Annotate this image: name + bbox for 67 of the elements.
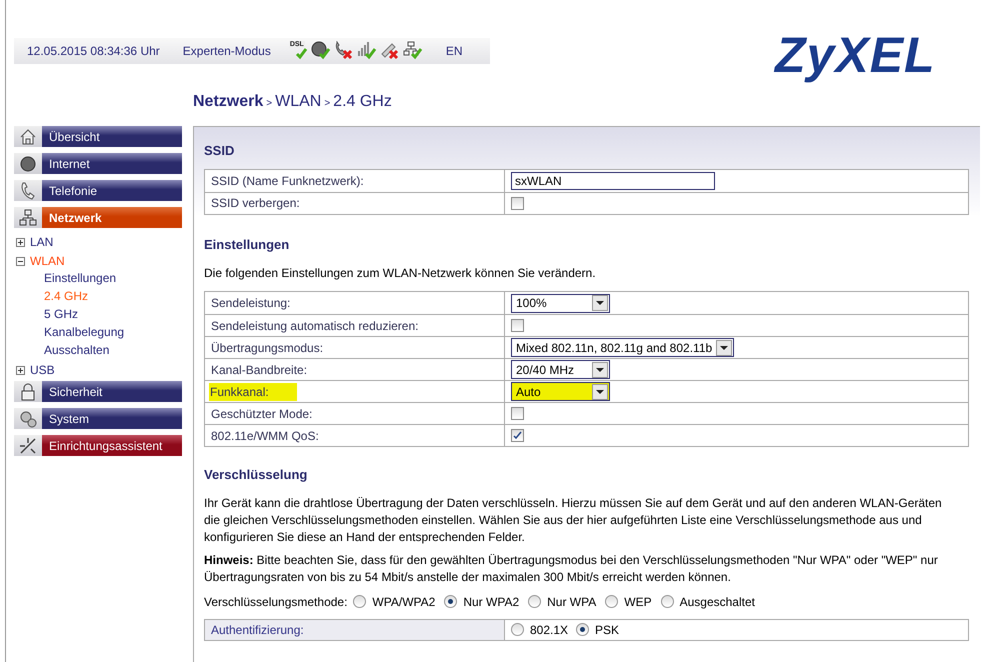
setting-label: SSID (Name Funknetzwerk):: [211, 172, 364, 190]
radio-button[interactable]: [353, 595, 366, 608]
setting-label: Übertragungsmodus:: [211, 340, 324, 356]
radio-label: 802.1X: [530, 622, 568, 638]
expand-icon[interactable]: [16, 238, 25, 246]
radio-button[interactable]: [605, 595, 618, 608]
nav-section-button[interactable]: Netzwerk: [42, 207, 182, 228]
checkbox[interactable]: [511, 429, 524, 442]
date-time: 12.05.2015 08:34:36 Uhr: [27, 43, 160, 60]
house-icon: [18, 126, 38, 146]
nav-sub-link[interactable]: Ausschalten: [44, 341, 110, 359]
dropdown[interactable]: Mixed 802.11n, 802.11g and 802.11b: [511, 338, 734, 357]
setting-label: Kanal-Bandbreite:: [211, 362, 308, 378]
breadcrumb-separator: >: [324, 97, 330, 111]
logo: ZyXEL: [775, 30, 936, 85]
checkbox[interactable]: [511, 319, 524, 332]
nav-section-button[interactable]: Sicherheit: [42, 381, 182, 402]
mode-label: Experten-Modus: [182, 43, 271, 60]
network-icon: [18, 208, 38, 228]
nav-sub-link[interactable]: Kanalbelegung: [44, 323, 124, 341]
radio-label: Nur WPA: [547, 594, 596, 610]
nav-section-button[interactable]: Übersicht: [42, 126, 182, 147]
checkbox[interactable]: [511, 196, 524, 210]
setting-label: Geschützter Mode:: [211, 406, 312, 422]
nav-sub-link[interactable]: 5 GHz: [44, 305, 78, 323]
nav-section-button[interactable]: Internet: [42, 153, 182, 174]
nav-section-button[interactable]: System: [42, 408, 182, 429]
radio-label: PSK: [595, 622, 620, 638]
radio-label: WPA/WPA2: [372, 594, 436, 610]
note-text: Hinweis: Bitte beachten Sie, dass für den gewählten Übertragungsmodus bei den Verschlüsselungsmethoden "Nur WPA" oder "WEP" nur Übertragungsraten von bis zu 54 Mbit/s anstelle der maximalen 300 Mbit/s erreicht werden können.: [204, 552, 939, 586]
language-link[interactable]: EN: [446, 42, 462, 60]
section-title: Verschlüsselung: [204, 466, 308, 484]
expand-icon[interactable]: [16, 366, 25, 374]
nav-section-button[interactable]: Einrichtungsassistent: [42, 435, 182, 456]
setting-label: Authentifizierung:: [211, 622, 304, 638]
radio-label: Ausgeschaltet: [680, 594, 755, 610]
section-title: Einstellungen: [204, 236, 290, 254]
breadcrumb-item: WLAN: [275, 92, 322, 112]
setting-label: Sendeleistung automatisch reduzieren:: [211, 318, 418, 334]
radio-button[interactable]: [444, 595, 458, 608]
radio-button[interactable]: [511, 623, 524, 636]
method-label: Verschlüsselungsmethode:: [204, 594, 348, 610]
breadcrumb-separator: >: [266, 97, 272, 111]
setting-label: SSID verbergen:: [211, 195, 300, 212]
dropdown[interactable]: 20/40 MHz: [511, 360, 610, 379]
nav-tree-link[interactable]: USB: [30, 361, 55, 379]
setting-label: 802.11e/WMM QoS:: [211, 428, 319, 444]
radio-label: WEP: [624, 594, 652, 610]
nav-sub-link[interactable]: Einstellungen: [44, 269, 116, 287]
collapse-icon[interactable]: [16, 256, 25, 266]
setting-label: Sendeleistung:: [211, 295, 290, 312]
ssid-input[interactable]: sxWLAN: [511, 172, 715, 190]
dropdown[interactable]: 100%: [511, 294, 610, 312]
radio-label: Nur WPA2: [463, 594, 520, 610]
setting-label: Funkkanal:: [209, 382, 297, 400]
radio-button[interactable]: [528, 595, 542, 608]
radio-button[interactable]: [660, 595, 674, 608]
section-title: SSID: [204, 142, 236, 160]
dropdown[interactable]: Auto: [511, 382, 610, 401]
nav-section-button[interactable]: Telefonie: [42, 180, 182, 201]
description-text: Ihr Gerät kann die drahtlose Übertragung der Daten verschlüsseln. Hierzu müssen Sie auf dem Gerät und auf den anderen WLAN-Geräten die gleichen Verschlüsselungsmethoden einstellen. Wählen Sie aus der hier aufgeführten Liste eine Verschlüsselungsmethode aus und konfigurieren Sie diese an Hand der entsprechenden Felder.: [204, 494, 943, 546]
radio-button[interactable]: [576, 623, 590, 636]
checkbox[interactable]: [511, 407, 524, 420]
nav-tree-link[interactable]: LAN: [30, 233, 54, 251]
intro-text: Die folgenden Einstellungen zum WLAN-Netzwerk können Sie verändern.: [204, 265, 597, 282]
breadcrumb-item: 2.4 GHz: [333, 92, 392, 112]
breadcrumb-root: Netzwerk: [193, 92, 264, 112]
